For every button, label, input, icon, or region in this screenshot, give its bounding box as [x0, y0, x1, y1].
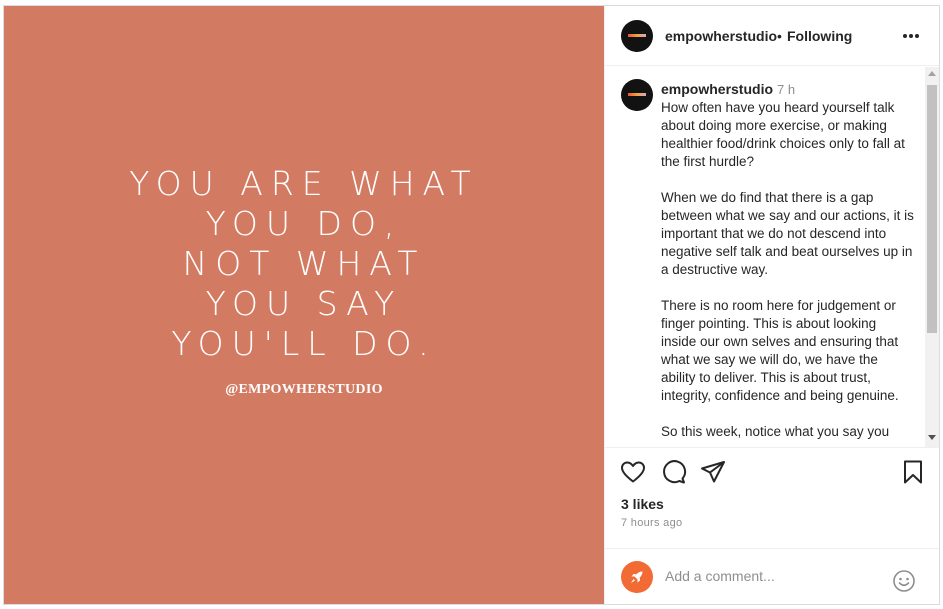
caption-username[interactable]: empowherstudio [661, 81, 773, 97]
quote-line: YOU SAY [205, 284, 403, 323]
comment-icon[interactable] [659, 458, 687, 486]
scroll-up-arrow-icon[interactable] [928, 71, 936, 76]
comment-input[interactable] [665, 563, 885, 589]
quote-line: YOU ARE WHAT [129, 164, 479, 203]
quote-text: YOU ARE WHAT YOU DO, NOT WHAT YOU SAY YO… [4, 164, 604, 364]
post-header: empowherstudio • Following [605, 6, 939, 66]
scrollbar-thumb[interactable] [927, 85, 937, 333]
separator-dot: • [777, 28, 782, 44]
post-sidebar: empowherstudio • Following empowherstudi… [604, 6, 939, 604]
action-bar [605, 458, 939, 490]
more-horizontal-icon[interactable] [901, 26, 921, 46]
caption-text: How often have you heard yourself talk a… [661, 100, 914, 439]
header-username[interactable]: empowherstudio [665, 28, 777, 44]
quote-line: NOT WHAT [182, 244, 426, 283]
post-image[interactable]: YOU ARE WHAT YOU DO, NOT WHAT YOU SAY YO… [4, 6, 604, 604]
bookmark-icon[interactable] [899, 458, 927, 486]
scroll-down-arrow-icon[interactable] [928, 435, 936, 440]
user-avatar[interactable] [621, 561, 653, 593]
comment-bar [605, 548, 939, 604]
quote-line: YOU'LL DO. [171, 324, 437, 363]
share-icon[interactable] [699, 458, 727, 486]
quote-line: YOU DO, [205, 204, 403, 243]
caption-time[interactable]: 7 h [777, 82, 795, 97]
post-dialog: YOU ARE WHAT YOU DO, NOT WHAT YOU SAY YO… [3, 5, 940, 605]
caption-scroll-area[interactable]: empowherstudio 7 h How often have you he… [605, 67, 939, 448]
likes-count[interactable]: 3 likes [621, 496, 664, 512]
profile-avatar[interactable] [621, 20, 653, 52]
heart-icon[interactable] [619, 458, 647, 486]
post-timestamp[interactable]: 7 hours ago [621, 517, 682, 529]
following-button[interactable]: Following [787, 28, 852, 44]
watermark-handle: @EMPOWHERSTUDIO [225, 382, 383, 397]
emoji-icon[interactable] [892, 569, 916, 593]
caption-avatar[interactable] [621, 79, 653, 111]
scrollbar[interactable] [925, 67, 939, 447]
rocket-icon [631, 571, 643, 583]
